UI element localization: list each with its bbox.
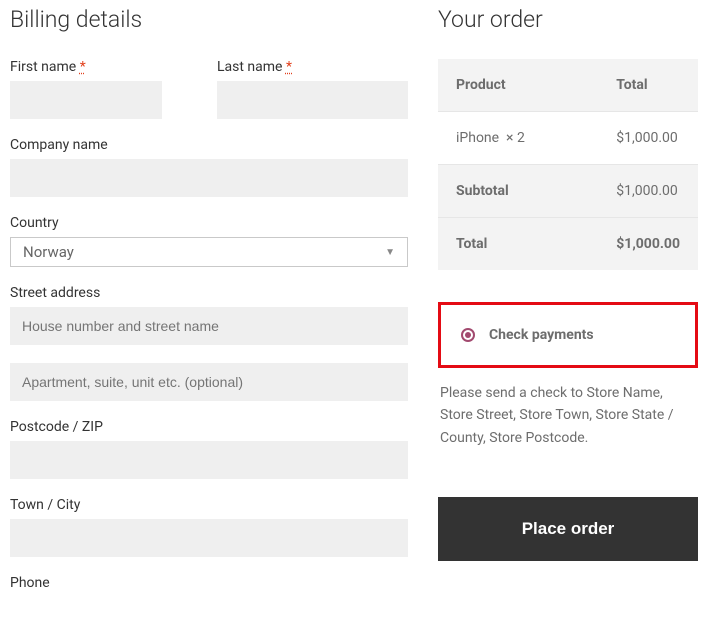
- street-field[interactable]: [10, 307, 408, 345]
- street-label: Street address: [10, 285, 408, 301]
- item-name: iPhone: [456, 130, 499, 146]
- product-header: Product: [438, 59, 598, 112]
- company-field[interactable]: [10, 159, 408, 197]
- town-label: Town / City: [10, 497, 408, 513]
- billing-section: Billing details First name * Last name *…: [10, 6, 408, 609]
- total-header: Total: [598, 59, 698, 112]
- required-mark-icon: *: [286, 59, 292, 75]
- postcode-field[interactable]: [10, 441, 408, 479]
- postcode-label: Postcode / ZIP: [10, 419, 408, 435]
- last-name-label: Last name *: [217, 59, 408, 75]
- required-mark-icon: *: [80, 59, 86, 75]
- first-name-field[interactable]: [10, 81, 162, 119]
- town-field[interactable]: [10, 519, 408, 557]
- table-header-row: Product Total: [438, 59, 698, 112]
- country-label: Country: [10, 215, 408, 231]
- company-label: Company name: [10, 137, 408, 153]
- table-row: Subtotal $1,000.00: [438, 165, 698, 218]
- billing-heading: Billing details: [10, 6, 408, 33]
- place-order-button[interactable]: Place order: [438, 497, 698, 561]
- table-row: iPhone × 2 $1,000.00: [438, 112, 698, 165]
- item-total: $1,000.00: [598, 112, 698, 165]
- table-row: Total $1,000.00: [438, 218, 698, 271]
- payment-method-option[interactable]: Check payments: [438, 302, 698, 368]
- item-cell: iPhone × 2: [438, 112, 598, 165]
- total-label: Total: [438, 218, 598, 271]
- apartment-field[interactable]: [10, 363, 408, 401]
- radio-selected-icon: [461, 328, 475, 342]
- phone-label: Phone: [10, 575, 408, 591]
- payment-description: Please send a check to Store Name, Store…: [438, 382, 698, 449]
- country-select[interactable]: Norway ▼: [10, 237, 408, 267]
- chevron-down-icon: ▼: [385, 247, 395, 258]
- order-heading: Your order: [438, 6, 698, 33]
- order-section: Your order Product Total iPhone × 2 $1,0…: [438, 6, 698, 609]
- last-name-field[interactable]: [217, 81, 408, 119]
- item-qty: × 2: [506, 130, 525, 146]
- subtotal-value: $1,000.00: [598, 165, 698, 218]
- order-table: Product Total iPhone × 2 $1,000.00 Subto…: [438, 59, 698, 270]
- subtotal-label: Subtotal: [438, 165, 598, 218]
- first-name-label: First name *: [10, 59, 201, 75]
- total-value: $1,000.00: [598, 218, 698, 271]
- payment-method-label: Check payments: [489, 327, 594, 343]
- country-value: Norway: [23, 243, 74, 261]
